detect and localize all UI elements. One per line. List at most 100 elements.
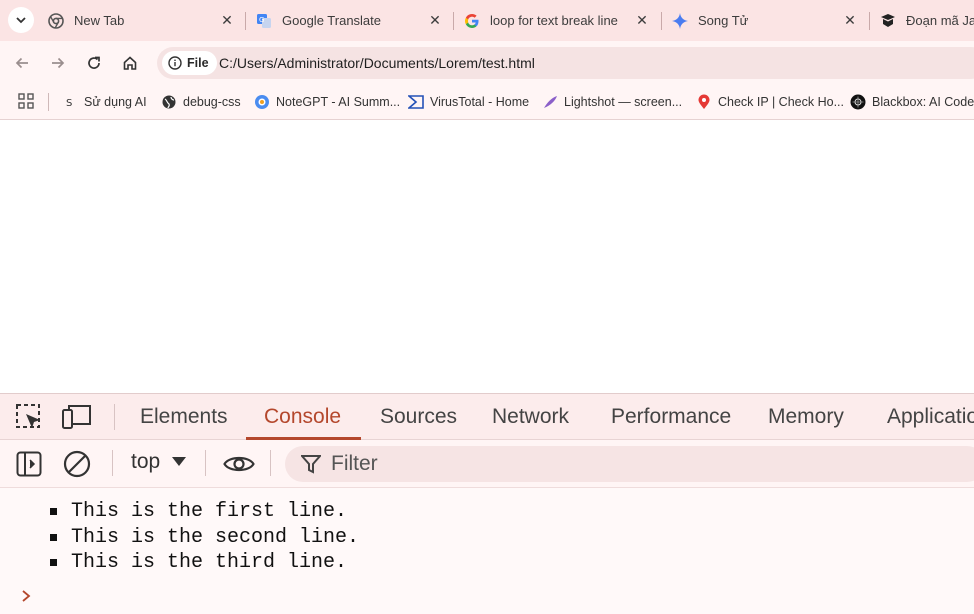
apps-grid-icon[interactable]: [18, 93, 34, 114]
tab-new-tab[interactable]: New Tab ✕: [48, 0, 238, 41]
bookmark-lightshot[interactable]: Lightshot — screen...: [542, 84, 682, 119]
tab-loop-text-break[interactable]: loop for text break line ad ✕: [464, 0, 654, 41]
context-selector-value: top: [131, 450, 161, 473]
feather-icon: [542, 94, 558, 110]
tab-google-translate[interactable]: G Google Translate ✕: [256, 0, 446, 41]
site-info-chip[interactable]: File: [162, 51, 217, 75]
toolbar-divider: [270, 450, 271, 476]
globe-icon: [161, 94, 177, 110]
svg-text:G: G: [259, 16, 264, 24]
console-toolbar: top Filter: [0, 440, 974, 488]
tab-divider: [869, 12, 870, 30]
tab-search-button[interactable]: [8, 7, 34, 33]
bookmark-label: debug-css: [183, 94, 241, 109]
tab-doan-ma-java[interactable]: Đoạn mã Java: [880, 0, 974, 41]
bookmark-su-dung-ai[interactable]: S Sử dụng AI: [62, 84, 147, 119]
bookmarks-bar: S Sử dụng AI debug-css NoteGPT - AI Summ…: [0, 84, 974, 120]
reload-button[interactable]: [82, 51, 106, 75]
home-icon: [123, 56, 137, 70]
gemini-icon: [672, 12, 688, 29]
tab-application[interactable]: Applicatio: [887, 394, 974, 440]
forward-button[interactable]: [46, 51, 70, 75]
inspect-element-icon[interactable]: [14, 402, 44, 432]
console-log-text: This is the first line.: [71, 500, 348, 524]
bookmark-label: Sử dụng AI: [84, 94, 147, 109]
location-pin-icon: [696, 94, 712, 110]
bookmark-debug-css[interactable]: debug-css: [161, 84, 241, 119]
toolbar-divider: [114, 404, 115, 430]
bullet-icon: [50, 533, 57, 541]
tab-sources[interactable]: Sources: [380, 394, 457, 440]
clear-console-icon[interactable]: [62, 449, 92, 479]
info-icon: [168, 56, 182, 70]
page-viewport: [0, 121, 974, 393]
bookmark-label: Lightshot — screen...: [564, 94, 683, 109]
devtools-panel: Elements Console Sources Network Perform…: [0, 393, 974, 614]
toolbar-divider: [112, 450, 113, 476]
bookmarks-divider: [48, 93, 49, 111]
context-selector[interactable]: top: [131, 450, 187, 474]
back-button[interactable]: [10, 51, 34, 75]
forward-arrow-icon: [52, 57, 65, 69]
device-toolbar-icon[interactable]: [62, 402, 92, 432]
google-translate-icon: G: [256, 13, 272, 29]
console-output: This is the first line. This is the seco…: [0, 489, 974, 614]
bookmark-label: VirusTotal - Home: [430, 94, 530, 109]
live-expression-eye-icon[interactable]: [222, 449, 256, 479]
console-log-list: This is the first line. This is the seco…: [50, 499, 359, 576]
console-log-text: This is the second line.: [71, 525, 360, 549]
tab-song-tu[interactable]: Song Tử ✕: [672, 0, 862, 41]
google-icon: [464, 13, 480, 29]
console-log-item: This is the third line.: [50, 550, 359, 576]
site-info-label: File: [187, 56, 209, 70]
bookmark-label: NoteGPT - AI Summ...: [276, 94, 401, 109]
bookmark-check-ip[interactable]: Check IP | Check Ho...: [696, 84, 844, 119]
bookmark-virustotal[interactable]: VirusTotal - Home: [408, 84, 529, 119]
back-arrow-icon: [15, 57, 28, 69]
console-filter-input[interactable]: Filter: [285, 446, 974, 482]
chevron-down-icon: [16, 17, 26, 24]
console-log-text: This is the third line.: [71, 551, 348, 575]
bullet-icon: [50, 508, 57, 516]
bookmark-blackbox[interactable]: Blackbox: AI Code G: [850, 84, 974, 119]
bookmark-label: Check IP | Check Ho...: [718, 94, 844, 109]
filter-funnel-icon: [301, 455, 321, 474]
tab-title: Google Translate: [282, 13, 382, 28]
tab-title: New Tab: [74, 13, 125, 28]
tab-divider: [245, 12, 246, 30]
sidebar-toggle-icon[interactable]: [14, 449, 44, 479]
tab-divider: [453, 12, 454, 30]
address-bar[interactable]: File C:/Users/Administrator/Documents/Lo…: [157, 47, 974, 79]
url-text[interactable]: C:/Users/Administrator/Documents/Lorem/t…: [219, 55, 535, 71]
svg-text:S: S: [66, 98, 72, 109]
home-button[interactable]: [118, 51, 142, 75]
tab-title: Song Tử: [698, 13, 749, 28]
browser-toolbar: File C:/Users/Administrator/Documents/Lo…: [0, 41, 974, 84]
reload-icon: [88, 56, 100, 69]
tab-title: loop for text break line ad: [490, 13, 618, 28]
close-icon[interactable]: ✕: [218, 12, 236, 29]
chrome-icon: [48, 12, 64, 29]
tab-title: Đoạn mã Java: [906, 13, 974, 28]
bookmark-notegpt[interactable]: NoteGPT - AI Summ...: [254, 84, 400, 119]
filter-placeholder: Filter: [331, 452, 378, 475]
virustotal-icon: [408, 94, 424, 110]
console-prompt[interactable]: [20, 589, 32, 608]
blackbox-icon: [850, 94, 866, 110]
close-icon[interactable]: ✕: [841, 12, 859, 29]
tab-memory[interactable]: Memory: [768, 394, 844, 440]
tab-performance[interactable]: Performance: [611, 394, 731, 440]
notegpt-icon: [254, 94, 270, 110]
bookmark-label: Blackbox: AI Code G: [872, 94, 974, 109]
book-icon: [880, 13, 896, 29]
console-log-item: This is the first line.: [50, 499, 359, 525]
close-icon[interactable]: ✕: [633, 12, 651, 29]
tab-network[interactable]: Network: [492, 394, 569, 440]
tab-strip: New Tab ✕ G Google Translate ✕ loop for …: [0, 0, 974, 41]
tab-console[interactable]: Console: [264, 394, 341, 440]
close-icon[interactable]: ✕: [426, 12, 444, 29]
tab-elements[interactable]: Elements: [140, 394, 228, 440]
tab-divider: [661, 12, 662, 30]
bullet-icon: [50, 559, 57, 567]
chevron-right-icon: [22, 590, 31, 602]
